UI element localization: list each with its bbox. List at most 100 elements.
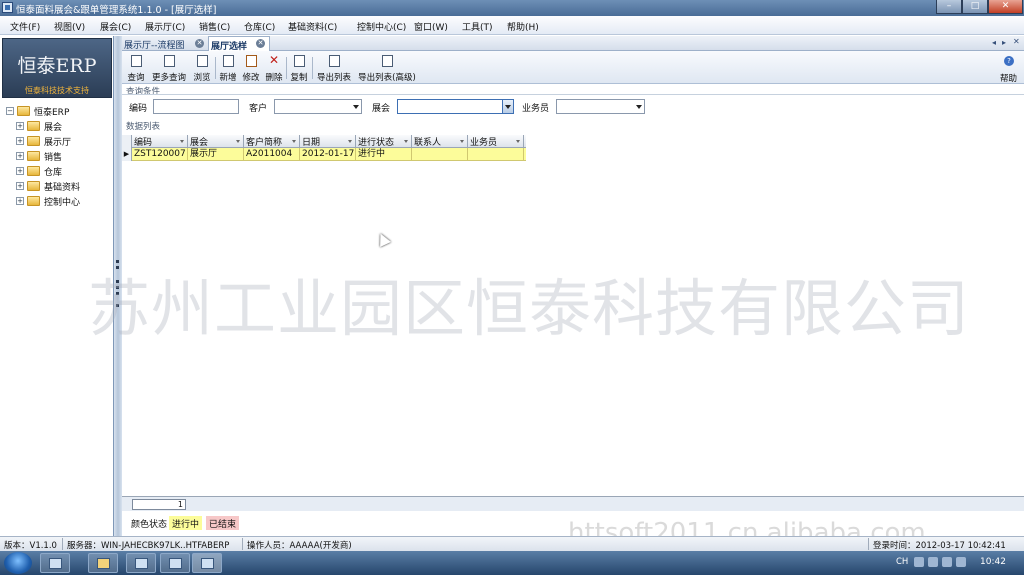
advanced-query-button[interactable]: 更多查询 bbox=[149, 53, 189, 83]
tab-scroll-right-icon[interactable]: ▸ bbox=[1002, 38, 1006, 47]
copy-icon bbox=[294, 55, 305, 67]
help-icon[interactable]: ? bbox=[1004, 56, 1014, 66]
filter-dropdown-icon[interactable] bbox=[292, 140, 296, 143]
menu-control-center[interactable]: 控制中心(C) bbox=[357, 20, 406, 33]
edit-icon bbox=[246, 55, 257, 67]
browse-button[interactable]: 浏览 bbox=[191, 53, 213, 83]
menu-file[interactable]: 文件(F) bbox=[10, 20, 40, 33]
column-header[interactable]: 编码 bbox=[132, 135, 188, 148]
salesman-select[interactable] bbox=[556, 99, 645, 114]
tree-item-showroom[interactable]: + 展示厅 bbox=[16, 134, 112, 149]
menu-showroom[interactable]: 展示厅(C) bbox=[145, 20, 185, 33]
tab-scroll-left-icon[interactable]: ◂ bbox=[992, 38, 996, 47]
column-header-label: 编码 bbox=[134, 138, 153, 148]
copy-button[interactable]: 复制 bbox=[288, 53, 310, 83]
expand-icon[interactable]: + bbox=[16, 122, 24, 130]
column-header[interactable]: 联系人 bbox=[412, 135, 468, 148]
close-button[interactable]: ✕ bbox=[988, 0, 1023, 14]
tree-root[interactable]: − 恒泰ERP bbox=[4, 104, 112, 119]
code-input[interactable] bbox=[153, 99, 239, 114]
table-cell[interactable]: 展示厅 bbox=[188, 148, 244, 161]
expand-icon[interactable]: + bbox=[16, 182, 24, 190]
menu-basic-data[interactable]: 基础资料(C) bbox=[288, 20, 337, 33]
column-header-label: 联系人 bbox=[414, 138, 442, 148]
tree-item-warehouse[interactable]: + 仓库 bbox=[16, 164, 112, 179]
table-cell[interactable]: 2012-01-17 bbox=[300, 148, 356, 161]
column-header[interactable]: 进行状态 bbox=[356, 135, 412, 148]
language-indicator[interactable]: CH bbox=[896, 557, 908, 567]
filter-dropdown-icon[interactable] bbox=[460, 140, 464, 143]
window-titlebar[interactable]: 恒泰面料展会&跟单管理系统1.1.0 - [展厅选样] – □ ✕ bbox=[0, 0, 1024, 16]
tree-item-fair[interactable]: + 展会 bbox=[16, 119, 112, 134]
volume-icon[interactable] bbox=[956, 557, 966, 567]
menu-window[interactable]: 窗口(W) bbox=[414, 20, 448, 33]
menu-sales[interactable]: 销售(C) bbox=[199, 20, 230, 33]
menu-tools[interactable]: 工具(T) bbox=[462, 20, 493, 33]
column-header-label: 展会 bbox=[190, 138, 209, 148]
tab-showroom-flowchart[interactable]: 展示厅--流程图 bbox=[124, 36, 206, 51]
tree-item-sales[interactable]: + 销售 bbox=[16, 149, 112, 164]
start-button[interactable] bbox=[4, 552, 32, 574]
column-header-label: 客户简称 bbox=[246, 138, 283, 148]
page-number-input[interactable]: 1 bbox=[132, 499, 186, 510]
table-cell[interactable]: A2011004 bbox=[244, 148, 300, 161]
taskbar-erp-button[interactable] bbox=[192, 553, 222, 573]
expand-icon[interactable]: + bbox=[16, 197, 24, 205]
table-cell[interactable] bbox=[468, 148, 524, 161]
column-header[interactable]: 展会 bbox=[188, 135, 244, 148]
collapse-icon[interactable]: − bbox=[6, 107, 14, 115]
minimize-button[interactable]: – bbox=[936, 0, 962, 14]
column-header[interactable]: 日期 bbox=[300, 135, 356, 148]
filter-dropdown-icon[interactable] bbox=[236, 140, 240, 143]
table-cell[interactable]: ZST120007 bbox=[132, 148, 188, 161]
table-cell[interactable] bbox=[412, 148, 468, 161]
toolbar-separator bbox=[286, 57, 287, 79]
menu-view[interactable]: 视图(V) bbox=[54, 20, 85, 33]
taskbar-app-button[interactable] bbox=[40, 553, 70, 573]
taskbar-explorer-button[interactable] bbox=[88, 553, 118, 573]
tab-close-icon[interactable]: ✕ bbox=[256, 39, 265, 48]
tab-close-icon[interactable]: ✕ bbox=[195, 39, 204, 48]
menu-fair[interactable]: 展会(C) bbox=[100, 20, 131, 33]
new-button[interactable]: 新增 bbox=[217, 53, 239, 83]
expand-icon[interactable]: + bbox=[16, 152, 24, 160]
edit-button[interactable]: 修改 bbox=[240, 53, 262, 83]
filter-dropdown-icon[interactable] bbox=[180, 140, 184, 143]
expand-icon[interactable]: + bbox=[16, 167, 24, 175]
filter-dropdown-icon[interactable] bbox=[348, 140, 352, 143]
table-row[interactable]: ▶ ZST120007 展示厅 A2011004 2012-01-17 进行中 bbox=[122, 148, 526, 161]
network-icon[interactable] bbox=[942, 557, 952, 567]
menu-help[interactable]: 帮助(H) bbox=[507, 20, 539, 33]
new-document-icon bbox=[223, 55, 234, 67]
folder-icon bbox=[27, 151, 40, 161]
filter-dropdown-icon[interactable] bbox=[516, 140, 520, 143]
tree-item-control-center[interactable]: + 控制中心 bbox=[16, 194, 112, 209]
maximize-button[interactable]: □ bbox=[962, 0, 988, 14]
tab-close-all-icon[interactable]: ✕ bbox=[1013, 37, 1020, 46]
fair-select[interactable] bbox=[397, 99, 514, 114]
grid-section-title: 数据列表 bbox=[126, 122, 161, 132]
table-cell[interactable]: 进行中 bbox=[356, 148, 412, 161]
help-button-label[interactable]: 帮助 bbox=[1000, 72, 1017, 84]
tree-item-label: 控制中心 bbox=[44, 198, 81, 208]
menu-warehouse[interactable]: 仓库(C) bbox=[244, 20, 275, 33]
tray-icon[interactable] bbox=[928, 557, 938, 567]
customer-select[interactable] bbox=[274, 99, 362, 114]
tree-item-basic-data[interactable]: + 基础资料 bbox=[16, 179, 112, 194]
expand-icon[interactable]: + bbox=[16, 137, 24, 145]
export-list-button[interactable]: 导出列表 bbox=[315, 53, 353, 83]
advanced-query-icon bbox=[164, 55, 175, 67]
export-list-advanced-button[interactable]: 导出列表(高级) bbox=[355, 53, 419, 83]
query-button[interactable]: 查询 bbox=[125, 53, 147, 83]
column-header[interactable]: 客户简称 bbox=[244, 135, 300, 148]
status-operator: 操作人员：AAAAA(开发商) bbox=[247, 541, 352, 551]
taskbar-app-button[interactable] bbox=[126, 553, 156, 573]
tray-icon[interactable] bbox=[914, 557, 924, 567]
tree-item-label: 展示厅 bbox=[44, 138, 72, 148]
taskbar-clock[interactable]: 10:42 bbox=[980, 557, 1006, 567]
column-header[interactable]: 业务员 bbox=[468, 135, 524, 148]
taskbar-app-button[interactable] bbox=[160, 553, 190, 573]
delete-button[interactable]: ✕ 删除 bbox=[263, 53, 285, 83]
query-panel: 编码 客户 展会 业务员 bbox=[122, 94, 1024, 116]
filter-dropdown-icon[interactable] bbox=[404, 140, 408, 143]
